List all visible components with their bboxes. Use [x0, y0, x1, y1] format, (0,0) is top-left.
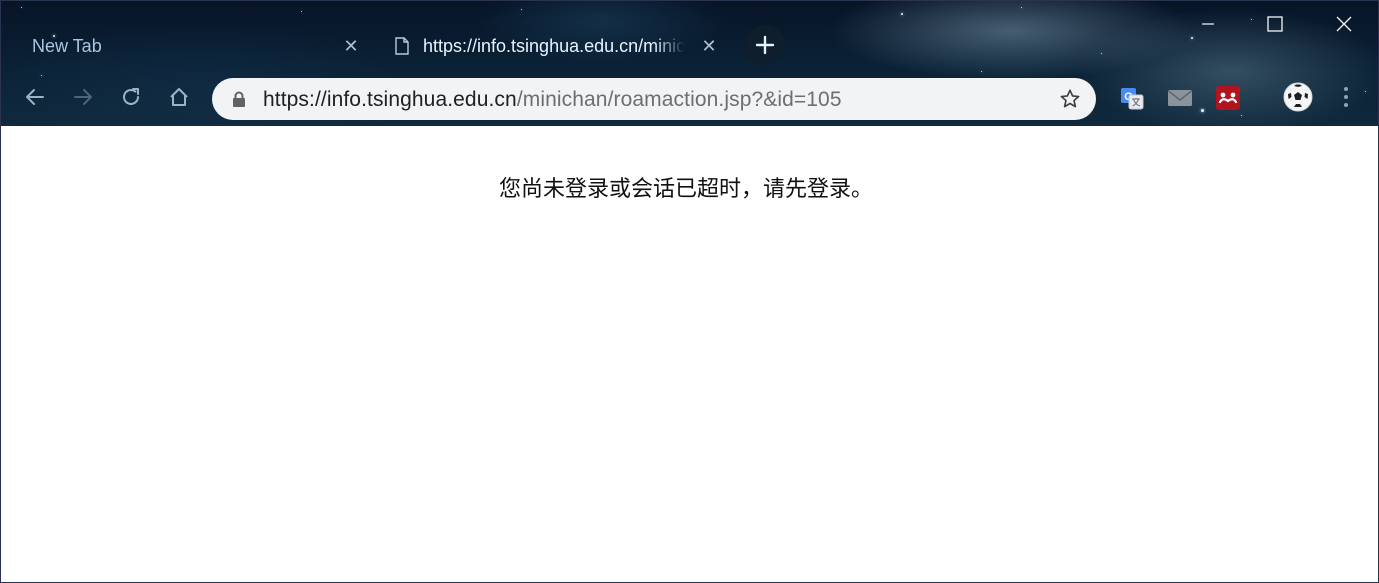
browser-chrome: New Tab ✕ https://info.tsinghua.edu.cn/m… [1, 1, 1378, 126]
new-tab-button[interactable] [745, 25, 785, 65]
tab-active[interactable]: https://info.tsinghua.edu.cn/minichan/ro… [379, 19, 729, 73]
home-button[interactable] [161, 79, 197, 115]
url-text[interactable]: https://info.tsinghua.edu.cn/minichan/ro… [263, 88, 842, 112]
minimize-icon [1202, 23, 1214, 25]
forward-button[interactable] [65, 79, 101, 115]
close-window-button[interactable] [1321, 9, 1367, 39]
browser-window: New Tab ✕ https://info.tsinghua.edu.cn/m… [0, 0, 1379, 583]
page-icon [395, 37, 409, 55]
kebab-menu-icon [1344, 87, 1348, 107]
google-translate-icon[interactable]: G [1119, 85, 1145, 111]
reload-button[interactable] [113, 79, 149, 115]
tab-title: https://info.tsinghua.edu.cn/minichan/ro… [423, 35, 685, 56]
reload-icon [123, 88, 139, 105]
tab-title: New Tab [32, 35, 102, 56]
close-icon[interactable]: ✕ [341, 36, 361, 57]
session-timeout-message: 您尚未登录或会话已超时，请先登录。 [498, 177, 873, 202]
bookmark-button[interactable] [1056, 85, 1084, 113]
url-host: https://info.tsinghua.edu.cn [263, 88, 517, 111]
profile-button[interactable] [1280, 79, 1316, 115]
plus-icon [755, 35, 775, 55]
maximize-icon [1267, 16, 1283, 32]
arrow-left-icon [26, 89, 44, 105]
url-path: /minichan/roamaction.jsp?&id=105 [516, 88, 842, 111]
home-icon [170, 88, 188, 106]
page-content: 您尚未登录或会话已超时，请先登录。 [1, 126, 1378, 582]
maximize-button[interactable] [1252, 9, 1298, 39]
soccer-ball-avatar-icon [1283, 82, 1313, 112]
minimize-button[interactable] [1185, 9, 1231, 39]
tab-new-tab[interactable]: New Tab ✕ [17, 19, 369, 73]
mendeley-icon[interactable] [1215, 85, 1241, 111]
close-icon[interactable]: ✕ [699, 36, 719, 57]
star-icon [1060, 89, 1080, 108]
menu-button[interactable] [1328, 79, 1364, 115]
close-icon [1336, 16, 1352, 32]
arrow-right-icon [74, 89, 92, 105]
back-button[interactable] [17, 79, 53, 115]
lock-icon[interactable] [232, 91, 246, 111]
address-bar[interactable]: https://info.tsinghua.edu.cn/minichan/ro… [212, 78, 1096, 120]
mail-icon[interactable] [1167, 85, 1193, 111]
